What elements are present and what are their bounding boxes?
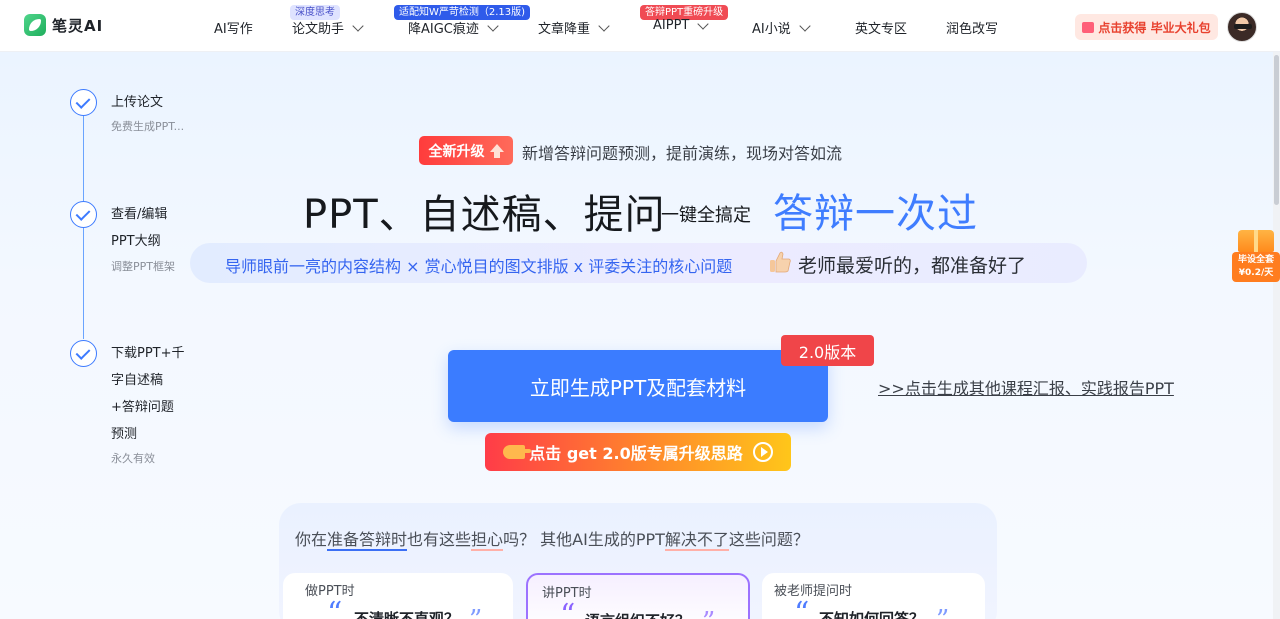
nav-ai-writing[interactable]: AI写作 (214, 18, 253, 37)
card-problem: 不知如何回答？ (819, 610, 925, 619)
version-badge: 2.0版本 (781, 335, 874, 366)
upgrade-label: 点击 get 2.0版专属升级思路 (529, 444, 743, 463)
concern-card-questioned[interactable]: 被老师提问时 “ 不知如何回答？ ” (762, 573, 985, 619)
step-connector (83, 115, 84, 201)
quote-open-icon: “ (794, 596, 810, 619)
nav-label: 文章降重 (538, 22, 591, 37)
quote-open-icon: “ (560, 598, 576, 619)
step-3-line: 预测 (111, 427, 138, 442)
nav-label: 降AIGC痕迹 (408, 22, 479, 37)
step-check-icon (70, 340, 97, 367)
nav-reduce-aigc[interactable]: 降AIGC痕迹 (408, 18, 499, 37)
question-part: 这些问题？ (728, 530, 809, 549)
question-highlight: 解决不了 (664, 530, 729, 551)
nav-label: 英文专区 (855, 22, 908, 37)
pointing-hand-icon (503, 445, 532, 459)
step-1-title: 上传论文 (111, 95, 164, 110)
step-3-title: 下载PPT+千 (111, 346, 185, 361)
nav-label: 润色改写 (946, 22, 999, 37)
other-report-ppt-link[interactable]: >>点击生成其他课程汇报、实践报告PPT (878, 375, 1174, 399)
concerns-question: 你在准备答辩时也有这些担心吗？ 其他AI生成的PPT解决不了这些问题？ (295, 526, 809, 551)
user-avatar[interactable] (1227, 12, 1257, 42)
gift-icon (1082, 21, 1095, 33)
card-problem: 不清晰不直观？ (354, 610, 460, 619)
gift-box-icon (1238, 230, 1274, 252)
scrollbar-thumb[interactable] (1274, 55, 1279, 205)
hero-subtitle: 新增答辩问题预测，提前演练，现场对答如流 (522, 144, 843, 163)
chevron-down-icon (598, 19, 610, 32)
quote-close-icon: ” (936, 605, 949, 619)
nav-label: AI写作 (214, 22, 253, 37)
question-part: 也有这些 (407, 530, 472, 549)
chevron-down-icon (799, 19, 811, 32)
hero-title: PPT、自述稿、提问 (303, 192, 666, 238)
generate-ppt-button[interactable]: 立即生成PPT及配套材料 (448, 350, 828, 422)
top-navbar: 笔灵AI AI写作 深度思考 论文助手 适配知W严苛检测（2.13版) 降AIG… (0, 0, 1280, 52)
step-3-line: +答辩问题 (111, 400, 174, 415)
chevron-down-icon (487, 19, 499, 32)
step-3-line: 字自述稿 (111, 373, 164, 388)
tag-label: 全新升级 (428, 143, 485, 160)
question-part: 你在 (295, 530, 328, 549)
question-part: 吗？ 其他AI生成的PPT (503, 530, 665, 549)
new-upgrade-tag: 全新升级 (419, 136, 513, 165)
logo-text: 笔灵AI (52, 16, 104, 35)
step-check-icon (70, 89, 97, 116)
thumbs-up-icon (770, 251, 791, 273)
cta-label: 立即生成PPT及配套材料 (529, 375, 747, 400)
quote-close-icon: ” (469, 605, 482, 619)
step-connector (83, 228, 84, 339)
step-2-line: PPT大纲 (111, 234, 161, 249)
concern-card-making[interactable]: 做PPT时 “ 不清晰不直观？ ” (283, 573, 513, 619)
nav-label: AIPPT (653, 18, 690, 33)
logo-leaf-icon (24, 14, 46, 36)
question-highlight: 准备答辩时 (327, 530, 408, 551)
step-3-sub: 永久有效 (111, 452, 155, 465)
step-check-icon (70, 201, 97, 228)
graduation-gift-button[interactable]: 点击获得 毕业大礼包 (1075, 14, 1218, 40)
gift-line-1: 毕设全套 (1237, 255, 1274, 265)
logo[interactable]: 笔灵AI (24, 14, 103, 36)
nav-aippt[interactable]: AIPPT (653, 17, 710, 33)
nav-english-zone[interactable]: 英文专区 (855, 18, 907, 37)
question-highlight: 担心 (471, 530, 504, 551)
card-problem: 语言组织不好？ (585, 610, 690, 619)
quote-open-icon: “ (327, 596, 343, 619)
nav-polish-rewrite[interactable]: 润色改写 (946, 18, 998, 37)
step-1-sub: 免费生成PPT... (111, 120, 185, 133)
promo-label: 点击获得 毕业大礼包 (1098, 20, 1211, 35)
up-arrow-icon (489, 143, 504, 158)
nav-thesis-assistant[interactable]: 论文助手 (292, 18, 364, 37)
step-2-sub: 调整PPT框架 (111, 260, 175, 273)
hero-title-mid: 一键全搞定 (661, 205, 751, 226)
feature-pill-tagline: 老师最爱听的，都准备好了 (798, 255, 1027, 277)
nav-ai-novel[interactable]: AI小说 (752, 18, 811, 37)
floating-gift-widget[interactable]: 毕设全套 ¥0.2/天 (1232, 230, 1280, 286)
chevron-down-icon (697, 17, 710, 30)
gift-widget-text: 毕设全套 ¥0.2/天 (1232, 252, 1280, 282)
upgrade-ideas-button[interactable]: 点击 get 2.0版专属升级思路 (485, 433, 791, 471)
concern-card-presenting[interactable]: 讲PPT时 “ 语言组织不好？ ” (526, 573, 750, 619)
play-icon (752, 442, 773, 462)
gift-line-2: ¥0.2/天 (1238, 268, 1274, 278)
step-2-title: 查看/编辑 (111, 207, 168, 222)
quote-close-icon: ” (702, 607, 715, 619)
nav-article-dedup[interactable]: 文章降重 (538, 18, 610, 37)
nav-label: 论文助手 (292, 22, 345, 37)
feature-pill-text: 导师眼前一亮的内容结构 × 赏心悦目的图文排版 x 评委关注的核心问题 (225, 257, 733, 276)
hero-title-highlight: 答辩一次过 (773, 191, 978, 237)
chevron-down-icon (352, 19, 364, 32)
nav-label: AI小说 (752, 22, 791, 37)
card-title: 被老师提问时 (774, 584, 853, 599)
